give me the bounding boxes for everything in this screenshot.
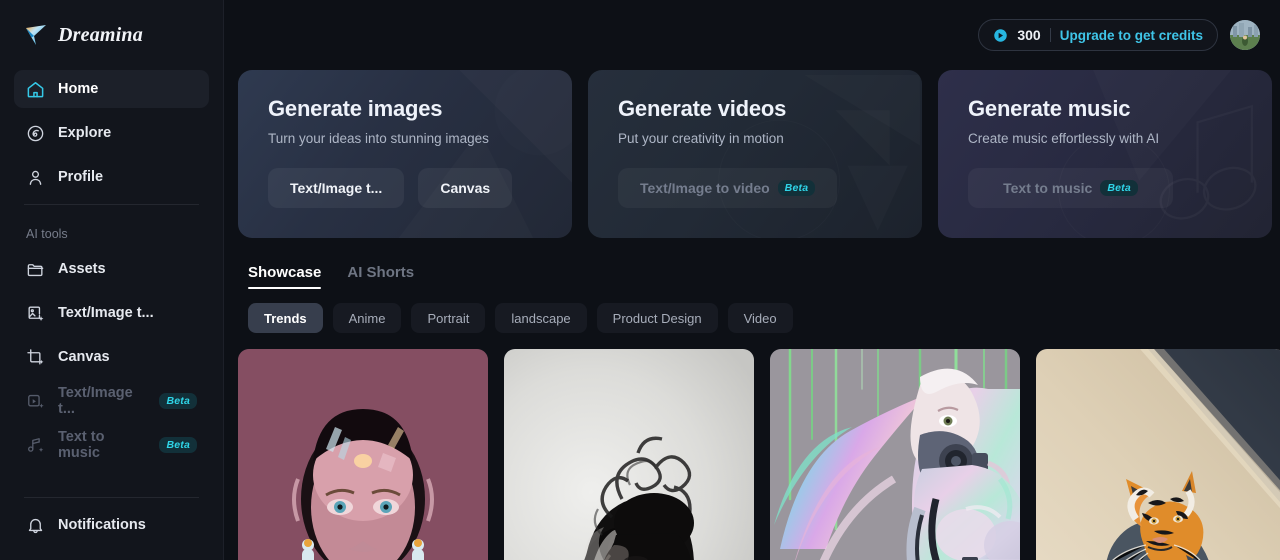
sidebar-bottom: Notifications: [14, 489, 209, 560]
card-generate-music[interactable]: Generate music Create music effortlessly…: [938, 70, 1272, 238]
sidebar-item-text-to-music[interactable]: Text to music Beta: [14, 426, 209, 464]
chip-label: Video: [743, 310, 777, 326]
chip-trends[interactable]: Trends: [248, 303, 323, 333]
dreamina-bird-logo-icon: [23, 22, 49, 48]
sidebar-item-label: Assets: [58, 261, 106, 277]
tab-label: Showcase: [248, 264, 322, 281]
music-sparkle-icon: [26, 436, 45, 455]
chip-video[interactable]: Video: [727, 303, 793, 333]
card-generate-videos[interactable]: Generate videos Put your creativity in m…: [588, 70, 922, 238]
video-sparkle-icon: [26, 392, 45, 411]
person-icon: [26, 168, 45, 187]
filter-chips: Trends Anime Portrait landscape Product …: [224, 289, 1280, 333]
sidebar-item-label: Profile: [58, 169, 104, 185]
chip-label: Anime: [348, 310, 386, 326]
chip-product-design[interactable]: Product Design: [596, 303, 718, 333]
chip-anime[interactable]: Anime: [332, 303, 402, 333]
chip-label: landscape: [511, 310, 571, 326]
chip-landscape[interactable]: landscape: [495, 303, 587, 333]
card-title: Generate images: [268, 96, 443, 121]
tab-label: AI Shorts: [347, 264, 415, 281]
chip-label: Trends: [264, 310, 307, 326]
hero-cards: Generate images Turn your ideas into stu…: [224, 70, 1280, 238]
chip-label: Product Design: [612, 310, 702, 326]
brand[interactable]: Dreamina: [14, 0, 209, 70]
card-button-text-image-to-video[interactable]: Text/Image to video Beta: [618, 168, 838, 208]
home-icon: [26, 80, 45, 99]
credits-value: 300: [1017, 27, 1041, 43]
user-avatar[interactable]: [1230, 20, 1260, 50]
canvas-crop-icon: [26, 348, 45, 367]
beta-badge: Beta: [777, 179, 816, 197]
gallery-tile-bw-smoke-hair-profile[interactable]: [504, 349, 754, 560]
sidebar-item-home[interactable]: Home: [14, 70, 209, 108]
sidebar-item-canvas[interactable]: Canvas: [14, 338, 209, 376]
gallery-tile-cyberpunk-android[interactable]: [770, 349, 1020, 560]
chip-portrait[interactable]: Portrait: [411, 303, 486, 333]
sidebar-item-label: Notifications: [58, 517, 146, 533]
sidebar-item-label: Home: [58, 81, 99, 97]
card-buttons: Text/Image to video Beta: [618, 168, 922, 208]
image-sparkle-icon: [26, 304, 45, 323]
brand-name: Dreamina: [58, 23, 143, 46]
card-button-label: Text to music: [1003, 180, 1093, 196]
card-subtitle: Turn your ideas into stunning images: [268, 131, 489, 146]
card-button-text-image[interactable]: Text/Image t...: [268, 168, 405, 208]
credit-coin-icon: [993, 28, 1008, 43]
sidebar-item-label: Text to music: [58, 429, 105, 461]
beta-badge: Beta: [159, 436, 197, 454]
bell-icon: [26, 516, 45, 535]
card-generate-images[interactable]: Generate images Turn your ideas into stu…: [238, 70, 572, 238]
chip-label: Portrait: [427, 310, 470, 326]
sidebar-item-label: Canvas: [58, 349, 110, 365]
sidebar-item-label: Text/Image t...: [58, 305, 154, 321]
tab-ai-shorts[interactable]: AI Shorts: [347, 264, 414, 289]
sidebar-item-text-image-to-image[interactable]: Text/Image t...: [14, 294, 209, 332]
card-button-label: Text/Image t...: [290, 180, 383, 196]
card-buttons: Text to music Beta: [968, 168, 1272, 208]
gallery-tile-chrome-pink-portrait[interactable]: [238, 349, 488, 560]
main-content: 300 Upgrade to get credits Generate imag…: [224, 0, 1280, 560]
sidebar-item-assets[interactable]: Assets: [14, 250, 209, 288]
sidebar-item-explore[interactable]: Explore: [14, 114, 209, 152]
sidebar: Dreamina Home Explore Profile AI tools A…: [0, 0, 224, 560]
upgrade-link[interactable]: Upgrade to get credits: [1060, 28, 1203, 43]
gallery-tile-tiger-on-dune[interactable]: [1036, 349, 1280, 560]
folder-icon: [26, 260, 45, 279]
card-button-label: Canvas: [440, 180, 491, 196]
sidebar-item-label: Text/Image t...: [58, 385, 133, 417]
app-root: Dreamina Home Explore Profile AI tools A…: [0, 0, 1280, 560]
sidebar-item-notifications[interactable]: Notifications: [14, 506, 209, 544]
sidebar-item-profile[interactable]: Profile: [14, 158, 209, 196]
card-button-text-to-music[interactable]: Text to music Beta: [968, 168, 1173, 208]
sidebar-section-ai-tools: AI tools: [26, 227, 68, 241]
tab-showcase[interactable]: Showcase: [248, 264, 322, 289]
showcase-gallery: [224, 333, 1280, 560]
beta-badge: Beta: [159, 392, 197, 410]
card-subtitle: Create music effortlessly with AI: [968, 131, 1160, 146]
sidebar-item-label: Explore: [58, 125, 112, 141]
card-button-canvas[interactable]: Canvas: [418, 168, 513, 208]
credits-separator: [1049, 28, 1051, 42]
card-subtitle: Put your creativity in motion: [618, 131, 784, 146]
content-tabs: Showcase AI Shorts: [224, 238, 1280, 289]
card-button-label: Text/Image to video: [640, 180, 770, 196]
beta-badge: Beta: [1100, 179, 1138, 197]
sidebar-divider-bottom: [24, 497, 199, 498]
topbar: 300 Upgrade to get credits: [224, 0, 1280, 70]
compass-icon: [26, 124, 45, 143]
card-title: Generate videos: [618, 96, 787, 121]
credits-pill[interactable]: 300 Upgrade to get credits: [978, 19, 1218, 51]
sidebar-item-text-image-to-video[interactable]: Text/Image t... Beta: [14, 382, 209, 420]
card-buttons: Text/Image t... Canvas: [268, 168, 572, 208]
sidebar-divider-top: [24, 204, 199, 205]
card-title: Generate music: [968, 96, 1131, 121]
